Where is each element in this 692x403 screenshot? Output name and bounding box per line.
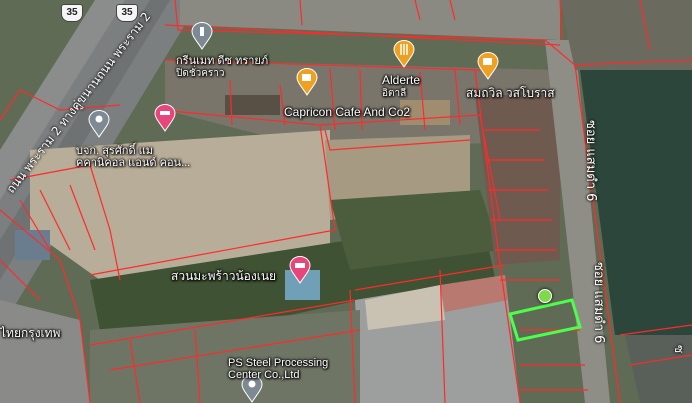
restaurant-icon[interactable] [393,40,415,68]
place-label-thai-krungthep: ไทยกรุงเทพ [0,326,61,340]
place-label-coconut-garden: สวนมะพร้าวน้องเนย [171,269,277,283]
pin-icon[interactable] [154,104,176,132]
soi-label-upper: ซอย แสมดำ 6 [583,120,598,202]
route-shield-left: 35 [61,4,83,22]
cafe-icon[interactable] [477,52,499,80]
place-label-somthawin: สมถวิล วสโบราส [466,86,555,100]
map-canvas[interactable]: 35 35 ถนน พระราม 2 ทางคู่ขนานถนน พระราม … [0,0,692,403]
place-label-surasak: บจก. สุรศักดิ์ แม คคานิคอล แอนด์ คอน... [76,145,191,169]
place-label-capricon: Capricon Cafe And Co2 [284,105,411,119]
place-pin-icon[interactable] [88,110,110,138]
place-label-greenmate: กรีนเมท ดีซ ทรายภ์ ปิดชั่วคราว [176,55,269,79]
location-marker-icon[interactable] [538,289,552,303]
cafe-icon[interactable] [296,68,318,96]
place-label-alderte: Alderte อิตาลี [382,73,421,99]
road-label-edge: ซ [672,345,686,354]
hotel-icon[interactable] [289,256,311,284]
place-pin-icon[interactable] [191,22,213,50]
soi-label-lower: ซอย แสมดำ 6 [591,262,606,344]
place-label-ps-steel: PS Steel Processing Center Co.,Ltd [228,357,329,381]
